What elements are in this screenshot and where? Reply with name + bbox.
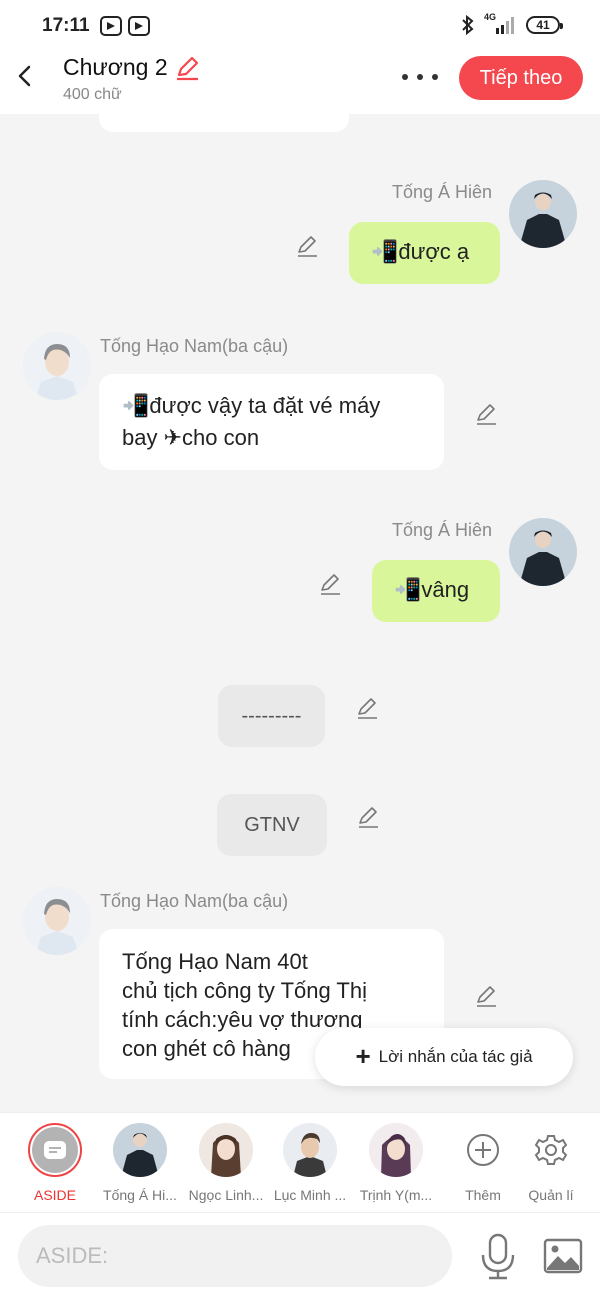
chat-area[interactable]: Tống Á Hiên 📲được ạ Tống Hạo Nam(ba cậu)… [0,114,600,1112]
sender-name: Tống Á Hiên [392,520,493,540]
message-line: 📲được vậy ta đặt vé máy [122,393,381,418]
character-trinh-y[interactable]: Trịnh Y(m... [354,1123,438,1203]
sender-name: Tống Hạo Nam(ba cậu) [100,336,289,356]
manage-label: Quản lí [528,1187,574,1203]
message-bubble[interactable]: 📲vâng [372,560,500,622]
chapter-title[interactable]: Chương 2 [63,54,168,81]
plus-icon: + [355,1040,371,1071]
word-count: 400 chữ [63,86,122,103]
back-arrow-icon[interactable] [14,64,38,88]
character-label: Tống Á Hi... [103,1187,177,1203]
signal-icon: 4G [484,12,518,36]
more-options-icon[interactable] [402,72,438,82]
character-ngoc-linh[interactable]: Ngọc Linh... [184,1123,268,1203]
aside-bubble[interactable]: --------- [218,685,325,747]
image-icon[interactable] [542,1235,584,1277]
avatar-tong-a-hien[interactable] [509,518,577,586]
edit-message-icon[interactable] [474,984,498,1008]
bluetooth-icon [462,14,474,36]
sender-name: Tống Á Hiên [392,182,493,202]
message-line: Tống Hạo Nam 40t [122,949,308,974]
next-chapter-button[interactable]: Tiếp theo [459,56,583,100]
author-note-button[interactable]: + Lời nhắn của tác giả [315,1028,573,1086]
add-circle-icon [467,1134,499,1166]
status-time: 17:11 [42,15,90,36]
message-bubble[interactable]: 📲được ạ [349,222,500,284]
character-label: Lục Minh ... [273,1187,347,1203]
author-note-label: Lời nhắn của tác giả [378,1047,533,1066]
avatar-tong-a-hien[interactable] [509,180,577,248]
message-bubble-partial[interactable] [99,114,349,132]
message-line: bay ✈cho con [122,425,260,450]
message-input[interactable] [18,1225,452,1287]
aside-icon [44,1141,66,1159]
character-bar: ASIDE Tống Á Hi... Ngọc Linh... Lục Minh… [0,1112,600,1212]
character-luc-minh[interactable]: Lục Minh ... [268,1123,352,1203]
gear-icon [534,1135,568,1165]
character-label: Trịnh Y(m... [359,1187,433,1203]
input-bar [0,1212,600,1300]
avatar-tong-hao-nam[interactable] [23,887,91,955]
aside-selected-ring [28,1123,82,1177]
chapter-header: Chương 2 400 chữ Tiếp theo [0,52,600,114]
battery-level: 41 [536,18,550,32]
edit-message-icon[interactable] [356,805,380,829]
app-notification-icon [100,16,122,36]
app-notification-icon [128,16,150,36]
manage-characters-button[interactable]: Quản lí [509,1123,593,1203]
message-bubble[interactable]: 📲được vậy ta đặt vé máy bay ✈cho con [99,374,444,470]
sender-name: Tống Hạo Nam(ba cậu) [100,891,289,911]
microphone-icon[interactable] [478,1233,518,1281]
character-tong-a-hien[interactable]: Tống Á Hi... [98,1123,182,1203]
character-label: ASIDE [33,1187,76,1203]
character-label: Ngọc Linh... [188,1187,264,1203]
edit-message-icon[interactable] [318,572,342,596]
edit-title-icon[interactable] [174,55,200,81]
battery-indicator: 41 [526,16,563,34]
status-bar: 17:11 4G 41 [0,0,600,52]
edit-message-icon[interactable] [355,696,379,720]
character-aside[interactable]: ASIDE [13,1123,97,1203]
edit-message-icon[interactable] [295,234,319,258]
edit-message-icon[interactable] [474,402,498,426]
aside-bubble[interactable]: GTNV [217,794,327,856]
avatar-tong-hao-nam[interactable] [23,332,91,400]
message-line: chủ tịch công ty Tống Thị [122,978,367,1003]
